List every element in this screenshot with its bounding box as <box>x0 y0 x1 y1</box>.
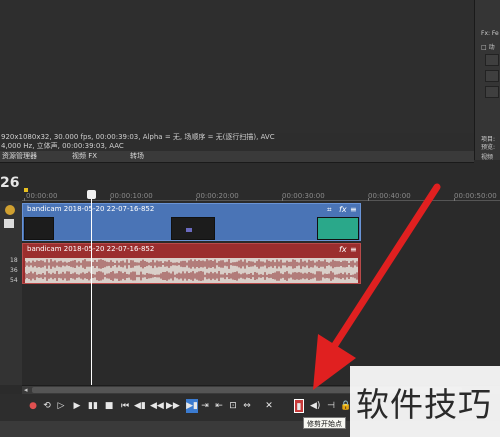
level-label: 18 <box>10 257 18 264</box>
trim-end-button[interactable]: ⇥ <box>200 399 210 413</box>
scroll-left-icon[interactable]: ◂ <box>24 386 28 394</box>
tab-explorer[interactable]: 资源管理器 <box>2 151 37 162</box>
panel-field[interactable] <box>485 86 499 98</box>
split-button[interactable]: ⊣ <box>326 399 336 413</box>
video-event[interactable]: bandicam 2018-05-20 22-07-16-852 ⌗ fx ≡ <box>22 203 361 241</box>
level-label: 54 <box>10 277 18 284</box>
media-info: 920x1080x32, 30.000 fps, 00:00:39:03, Al… <box>0 133 474 151</box>
fast-forward-button[interactable]: ▶▶ <box>166 399 180 413</box>
panel-label-fx: Fx: Fe <box>481 30 499 37</box>
rewind-button[interactable]: ◀◀ <box>150 399 164 413</box>
track-headers: 18 36 54 <box>0 201 22 385</box>
panel-field[interactable] <box>485 70 499 82</box>
thumbnail <box>24 217 54 240</box>
tooltip: 修剪开始点 <box>303 417 346 429</box>
level-label: 36 <box>10 267 18 274</box>
fx-icon[interactable]: fx <box>339 245 347 254</box>
delete-button[interactable]: ✕ <box>264 399 274 413</box>
ripple-button[interactable]: ⇔ <box>242 399 252 413</box>
menu-icon[interactable]: ≡ <box>350 205 357 214</box>
audio-waveform <box>24 258 358 283</box>
thumbnail <box>317 217 359 240</box>
panel-label-option[interactable]: □ 动 <box>481 42 495 51</box>
playhead-handle[interactable] <box>87 190 96 199</box>
menu-icon[interactable]: ≡ <box>350 245 357 254</box>
ruler-label: 00:00:10:00 <box>110 192 153 200</box>
media-info-audio: 4,000 Hz, 立体声, 00:00:39:03, AAC <box>1 142 124 150</box>
pause-button[interactable]: ▮▮ <box>88 399 98 413</box>
media-info-video: 920x1080x32, 30.000 fps, 00:00:39:03, Al… <box>1 133 275 141</box>
ruler-label: 00:00:40:00 <box>368 192 411 200</box>
current-time: 26 <box>0 175 20 191</box>
snap-button[interactable]: ▶▮ <box>186 399 198 413</box>
thumbnail <box>171 217 215 240</box>
ruler-label: 00:00:50:00 <box>454 192 497 200</box>
tab-transitions[interactable]: 转场 <box>130 151 144 162</box>
crop-icon[interactable]: ⌗ <box>327 205 332 215</box>
audio-event[interactable]: bandicam 2018-05-20 22-07-16-852 fx ≡ <box>22 243 361 284</box>
snapshot-button[interactable]: ⊡ <box>228 399 238 413</box>
ruler-label: 00:00:20:00 <box>196 192 239 200</box>
video-label: 视频 <box>481 154 494 161</box>
track-color-icon[interactable] <box>5 205 15 215</box>
trim-start-point-button[interactable]: ▮ <box>294 399 304 413</box>
playhead-line[interactable] <box>91 190 92 385</box>
trim-start-button[interactable]: ⇤ <box>214 399 224 413</box>
window-tabs: 资源管理器 视频 FX 转场 <box>0 151 474 163</box>
audio-button[interactable]: ◀) <box>310 399 320 413</box>
thumbnail-detail <box>186 228 192 232</box>
panel-field[interactable] <box>485 54 499 66</box>
watermark-text: 软件技巧 <box>356 385 492 424</box>
waveform-graphic <box>24 259 358 281</box>
track-number-icon <box>4 219 14 228</box>
preview-label: 预览: <box>481 144 496 151</box>
prev-marker-button[interactable]: ◀▮ <box>134 399 146 413</box>
record-button[interactable]: ● <box>28 399 38 413</box>
stop-button[interactable]: ■ <box>104 399 114 413</box>
prev-frame-button[interactable]: ⏮ <box>120 399 130 413</box>
fx-icon[interactable]: fx <box>339 205 347 214</box>
tab-video-fx[interactable]: 视频 FX <box>72 151 97 162</box>
loop-button[interactable]: ⟲ <box>42 399 52 413</box>
play-from-start-button[interactable]: ▷ <box>56 399 66 413</box>
lock-button[interactable]: 🔒 <box>340 399 351 413</box>
ruler-label: 00:00:30:00 <box>282 192 325 200</box>
ruler-label: 00:00:00 <box>26 192 58 200</box>
play-button[interactable]: ▶ <box>72 399 82 413</box>
preview-area <box>0 0 474 133</box>
properties-panel: Fx: Fe □ 动 项目: 预览: 视频 <box>474 0 500 161</box>
